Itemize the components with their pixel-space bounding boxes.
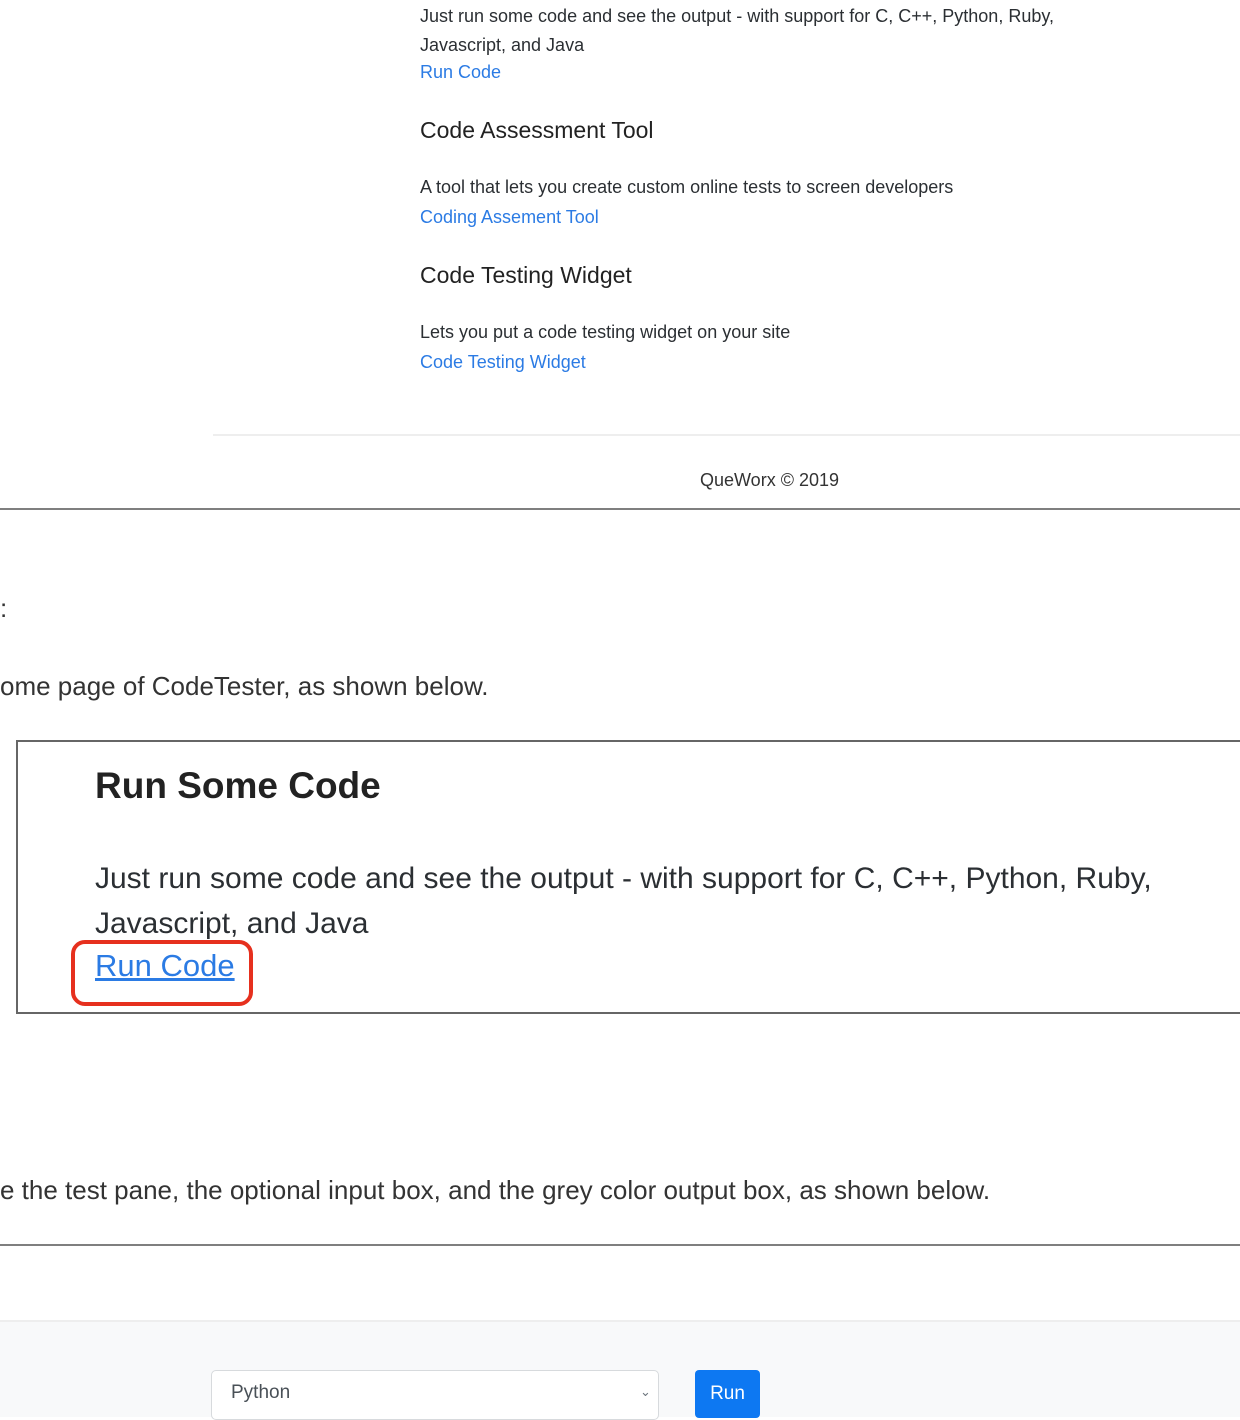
bottom-separator [0,1244,1240,1246]
code-widget-description: Lets you put a code testing widget on yo… [420,322,791,342]
code-widget-link[interactable]: Code Testing Widget [420,349,586,375]
run-some-code-title: Run Some Code [95,765,381,806]
step-text: ome page of CodeTester, as shown below. [0,671,489,701]
run-button[interactable]: Run [695,1370,760,1418]
run-some-code-description: Just run some code and see the output - … [95,862,1152,940]
step-2-text: e the test pane, the optional input box,… [0,1175,991,1205]
run-code-link[interactable]: Run Code [420,59,501,85]
red-highlight-outline [71,940,253,1006]
chevron-down-icon: ⌄ [640,1384,651,1399]
code-assessment-description: A tool that lets you create custom onlin… [420,177,954,197]
cutoff-colon: : [0,593,8,623]
code-widget-heading: Code Testing Widget [420,262,632,288]
coding-assessment-link[interactable]: Coding Assement Tool [420,204,599,230]
run-code-description: Just run some code and see the output - … [420,6,1055,55]
footer-divider [213,434,1240,436]
footer-copyright: QueWorx © 2019 [700,470,839,490]
screenshot-separator [0,508,1240,510]
code-assessment-heading: Code Assessment Tool [420,117,654,143]
language-select-value: Python [231,1382,291,1403]
